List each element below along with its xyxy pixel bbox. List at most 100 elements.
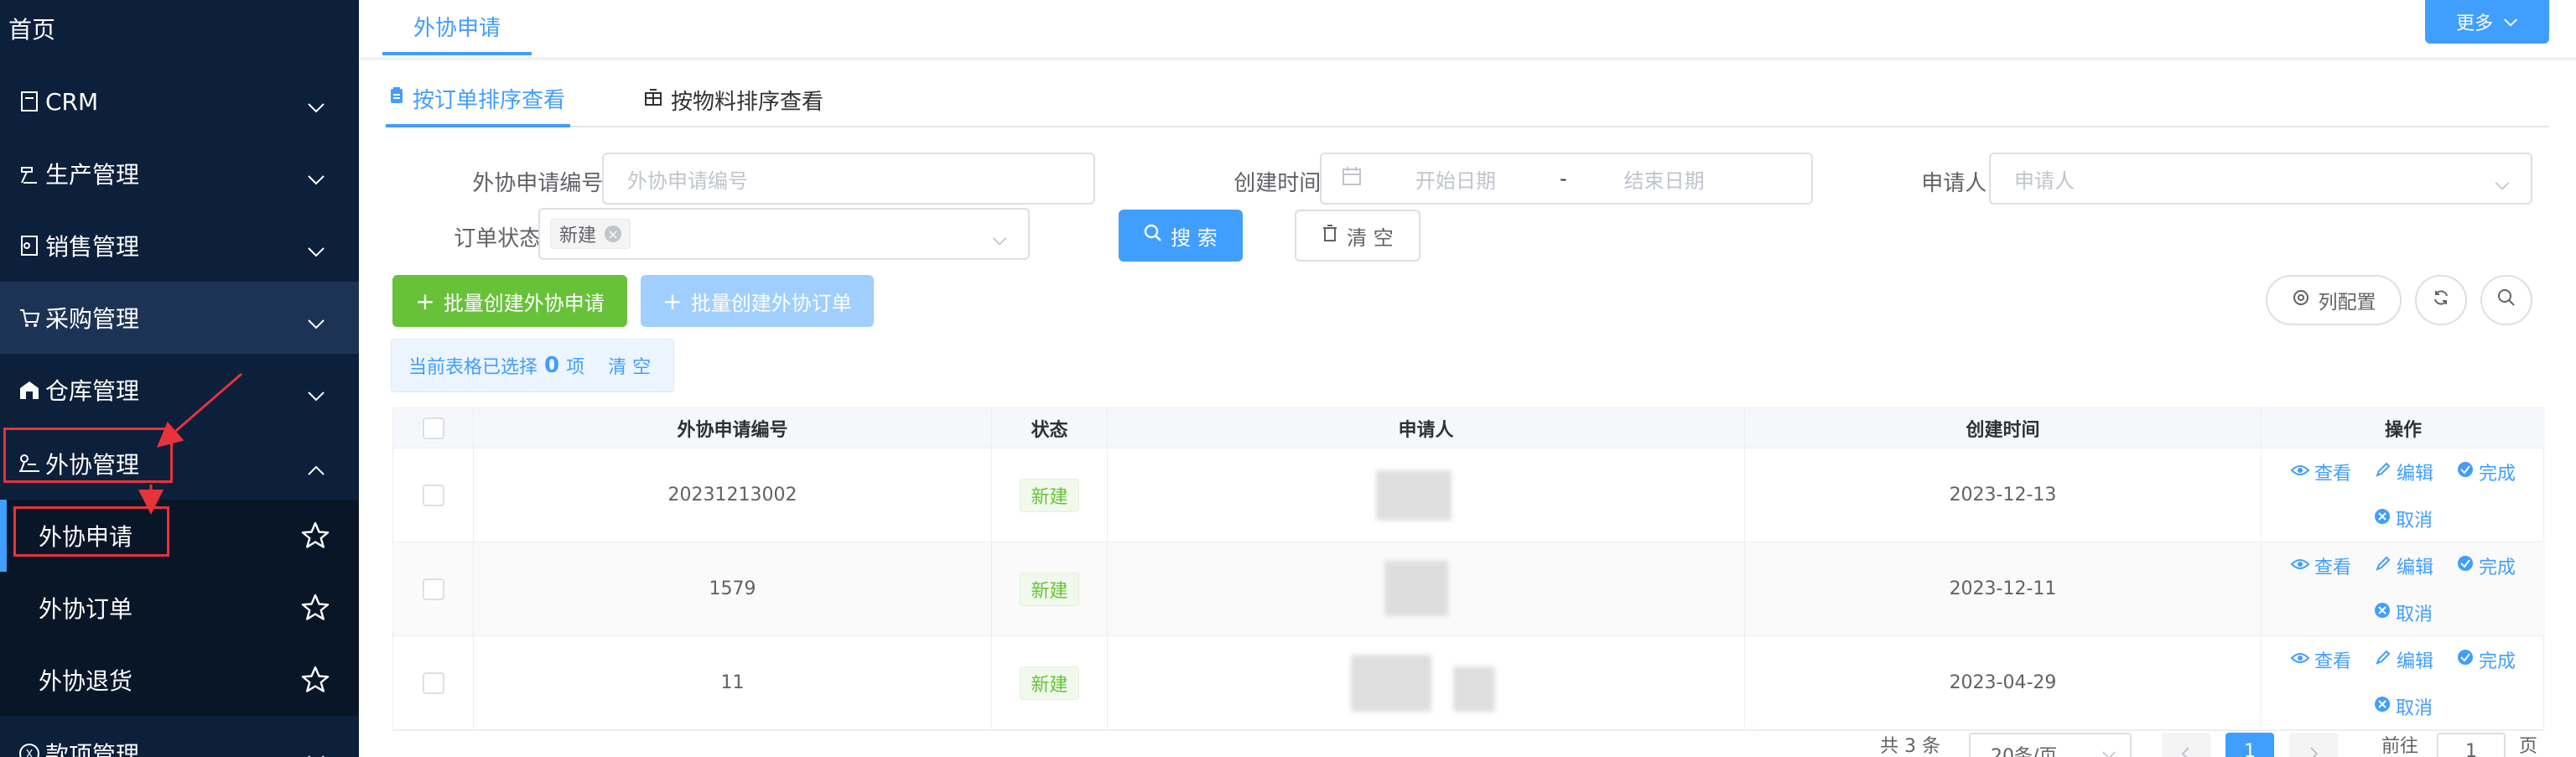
header-applicant[interactable]: 申请人 [1108, 408, 1745, 448]
sidebar-item-outsource[interactable]: 外协管理 [0, 428, 359, 500]
star-icon[interactable] [300, 665, 330, 701]
next-page-button[interactable] [2289, 733, 2338, 757]
view-action[interactable]: 查看 [2290, 646, 2351, 673]
edit-label: 编辑 [2396, 651, 2433, 672]
table-row[interactable]: 11 新建 2023-04-29 查看 编辑 完成 取消 [393, 636, 2545, 730]
edit-icon [2375, 555, 2392, 577]
plus-icon: + [415, 287, 435, 315]
request-no-input[interactable]: 外协申请编号 [602, 153, 1095, 205]
clipboard-icon [389, 86, 404, 111]
tab-material-view[interactable]: 按物料排序查看 [644, 72, 837, 127]
selection-suffix: 项 [566, 357, 585, 378]
sidebar-item-production[interactable]: 生产管理 [0, 137, 359, 210]
sidebar-home[interactable]: 首页 [8, 12, 55, 45]
sidebar-item-label: 生产管理 [45, 161, 140, 189]
table-row[interactable]: 20231213002 新建 2023-12-13 查看 编辑 完成 取消 [393, 448, 2545, 542]
edit-action[interactable]: 编辑 [2375, 459, 2433, 485]
batch-create-order-button[interactable]: + 批量创建外协订单 [641, 275, 874, 327]
row-checkbox[interactable] [422, 578, 444, 600]
applicant-placeholder: 申请人 [2014, 169, 2075, 193]
main-content: 外协申请 更多 按订单排序查看 按物料排序查看 外协申请编号: 外协申请编号 创… [359, 0, 2576, 757]
redacted-applicant [1384, 561, 1448, 616]
page-number-current[interactable]: 1 [2225, 733, 2274, 757]
close-circle-icon [2374, 602, 2391, 624]
header-request-no[interactable]: 外协申请编号 [474, 408, 992, 448]
chevron-right-icon [2309, 746, 2319, 757]
complete-action[interactable]: 完成 [2457, 646, 2516, 673]
row-select-cell [393, 636, 474, 729]
sidebar-subitem-label: 外协订单 [39, 595, 133, 623]
sales-icon [15, 231, 44, 260]
trash-icon [1322, 224, 1338, 247]
table-row[interactable]: 1579 新建 2023-12-11 查看 编辑 完成 取消 [393, 542, 2545, 636]
cancel-action[interactable]: 取消 [2374, 599, 2433, 626]
cell-status: 新建 [992, 636, 1108, 729]
page-size-value: 20条/页 [1991, 746, 2058, 757]
sidebar-subitem-outsource-request[interactable]: 外协申请 [0, 500, 359, 572]
chevron-down-icon [991, 228, 1008, 251]
cancel-action[interactable]: 取消 [2374, 506, 2433, 532]
star-icon[interactable] [300, 521, 330, 557]
sidebar-subitem-label: 外协申请 [39, 523, 133, 551]
edit-action[interactable]: 编辑 [2375, 646, 2433, 673]
complete-action[interactable]: 完成 [2457, 459, 2516, 485]
outsource-icon [15, 449, 44, 478]
star-icon[interactable] [300, 593, 330, 629]
sidebar-item-crm[interactable]: CRM [0, 65, 359, 137]
cell-applicant [1108, 542, 1745, 635]
header-status[interactable]: 状态 [992, 408, 1108, 448]
redacted-applicant [1453, 666, 1495, 712]
tab-outsource-request[interactable]: 外协申请 [382, 0, 532, 55]
complete-action[interactable]: 完成 [2457, 552, 2516, 579]
selection-clear-link[interactable]: 清 空 [608, 352, 651, 379]
sidebar-item-label: 款项管理 [45, 741, 140, 757]
complete-label: 完成 [2479, 557, 2516, 578]
toggle-search-button[interactable] [2480, 275, 2532, 325]
cell-applicant [1108, 636, 1745, 729]
select-all-checkbox[interactable] [422, 417, 444, 439]
money-icon: X [15, 739, 44, 757]
sidebar-subitem-outsource-order[interactable]: 外协订单 [0, 572, 359, 644]
edit-action[interactable]: 编辑 [2375, 552, 2433, 579]
view-tabs: 按订单排序查看 按物料排序查看 [386, 72, 2549, 127]
row-select-cell [393, 448, 474, 542]
batch-create-request-button[interactable]: + 批量创建外协申请 [392, 275, 627, 327]
row-checkbox[interactable] [422, 671, 444, 694]
sidebar-item-warehouse[interactable]: 仓库管理 [0, 354, 359, 426]
tab-order-view[interactable]: 按订单排序查看 [386, 72, 570, 127]
eye-icon [2290, 649, 2310, 670]
search-button[interactable]: 搜 索 [1119, 210, 1243, 262]
status-select[interactable]: 新建 × [538, 208, 1030, 260]
page-size-select[interactable]: 20条/页 [1969, 733, 2132, 757]
page-suffix: 页 [2519, 736, 2538, 757]
prev-page-button[interactable] [2162, 733, 2210, 757]
more-label: 更多 [2455, 13, 2493, 34]
refresh-button[interactable] [2415, 275, 2467, 325]
cancel-label: 取消 [2395, 510, 2433, 531]
more-button[interactable]: 更多 [2425, 0, 2549, 44]
view-action[interactable]: 查看 [2290, 552, 2351, 579]
cancel-action[interactable]: 取消 [2374, 693, 2433, 720]
calendar-icon [1342, 166, 1362, 191]
clear-button[interactable]: 清 空 [1295, 210, 1420, 262]
column-config-button[interactable]: 列配置 [2266, 275, 2402, 325]
cell-request-no: 1579 [474, 542, 992, 635]
close-icon[interactable]: × [605, 226, 622, 242]
view-action[interactable]: 查看 [2290, 459, 2351, 485]
tab-label: 按订单排序查看 [413, 87, 566, 113]
start-date-placeholder[interactable]: 开始日期 [1415, 164, 1508, 194]
applicant-select[interactable]: 申请人 [1989, 153, 2532, 205]
date-range-picker[interactable]: 开始日期 - 结束日期 [1320, 153, 1813, 205]
end-date-placeholder[interactable]: 结束日期 [1624, 164, 1716, 194]
page-number-label: 1 [2244, 741, 2256, 757]
sidebar-item-payment[interactable]: X 款项管理 [0, 718, 359, 757]
sidebar-item-purchase[interactable]: 采购管理 [0, 282, 359, 354]
goto-page-input[interactable]: 1 [2437, 733, 2506, 757]
request-no-label: 外协申请编号: [472, 171, 610, 196]
cell-created: 2023-04-29 [1745, 636, 2262, 729]
header-created[interactable]: 创建时间 [1745, 408, 2262, 448]
row-checkbox[interactable] [422, 484, 444, 506]
cell-created: 2023-12-13 [1745, 448, 2262, 542]
sidebar-item-sales[interactable]: 销售管理 [0, 210, 359, 282]
sidebar-subitem-outsource-return[interactable]: 外协退货 [0, 644, 359, 716]
